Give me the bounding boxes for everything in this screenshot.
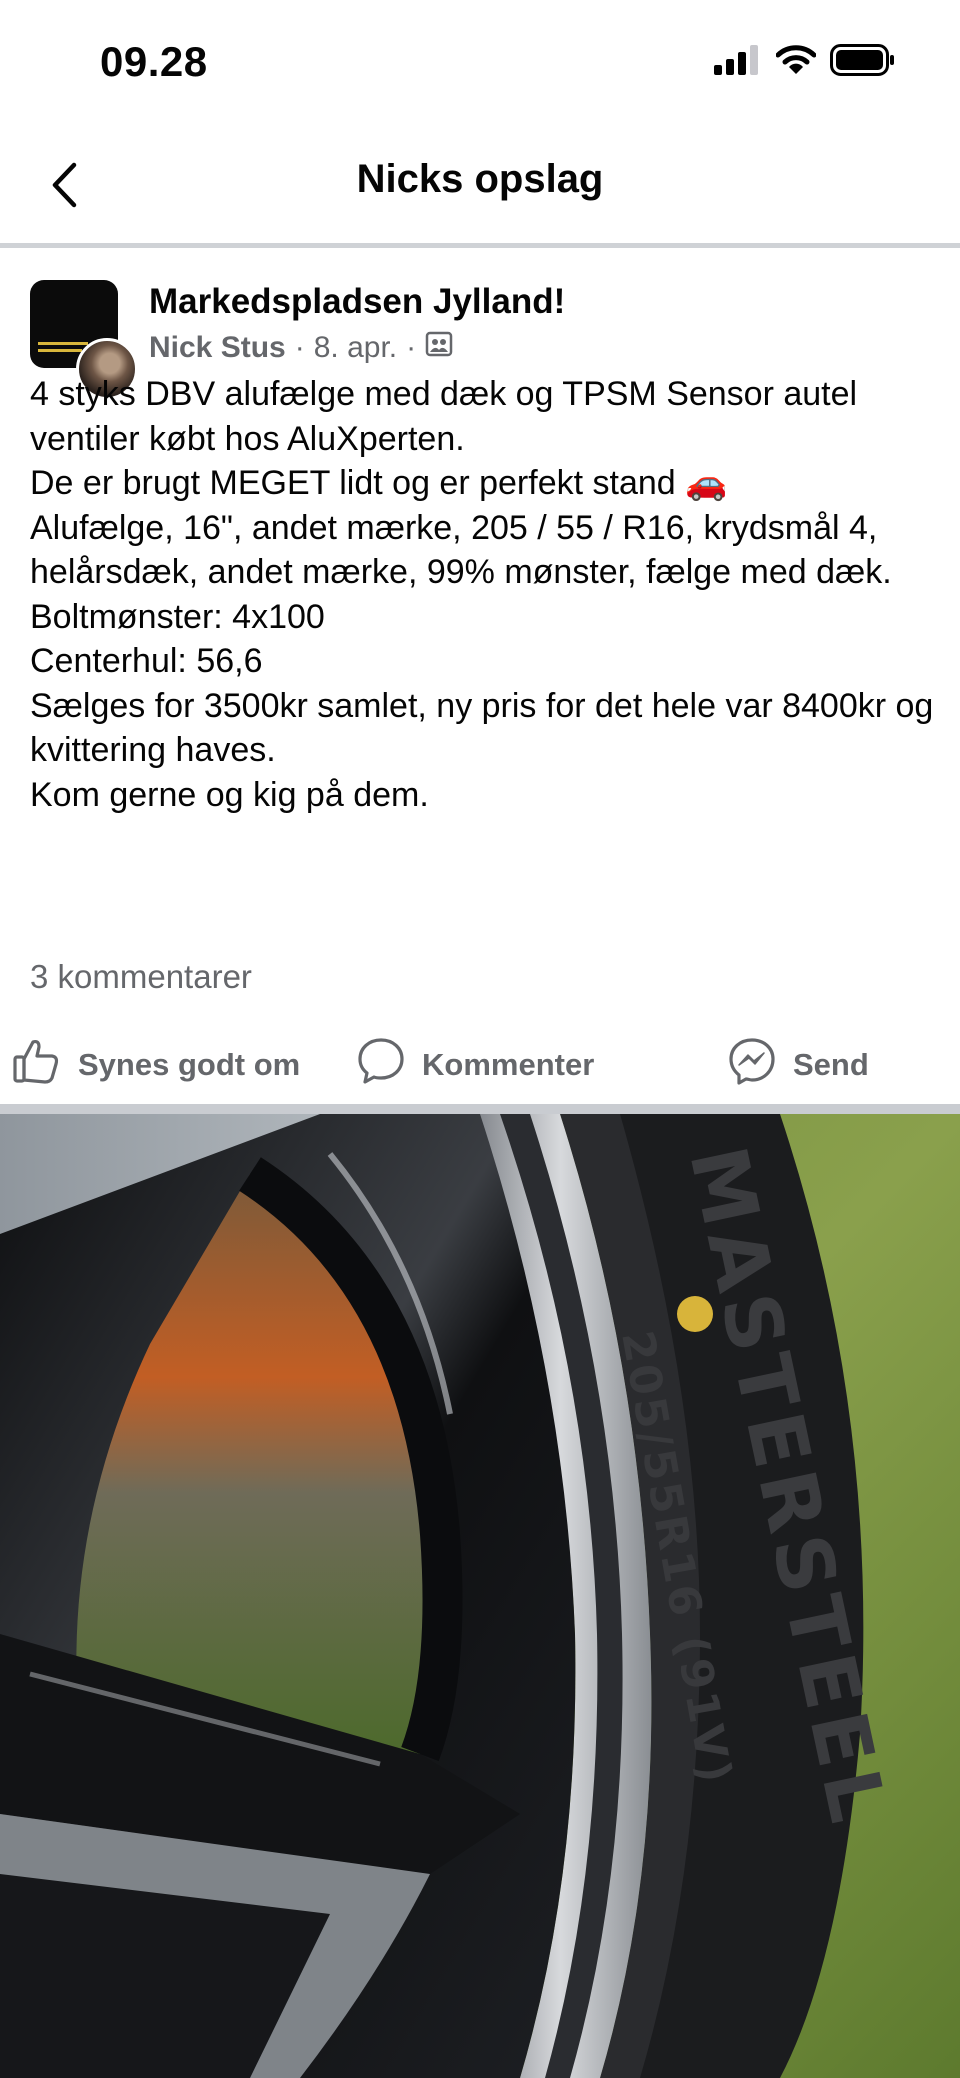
status-icons — [714, 44, 896, 81]
comment-count[interactable]: 3 kommentarer — [30, 958, 252, 996]
post-line: Centerhul: 56,6 — [30, 642, 263, 680]
thumbs-up-icon — [12, 1036, 62, 1094]
post-body: 4 styks DBV alufælge med dæk og TPSM Sen… — [30, 372, 940, 817]
wheel-photo-graphic: MASTERSTEEL 205/55R16 (91V) — [0, 1114, 960, 2078]
comment-bubble-icon — [356, 1036, 406, 1094]
comment-button[interactable]: Kommenter — [356, 1030, 594, 1100]
comment-label: Kommenter — [422, 1047, 595, 1082]
page-title: Nicks opslag — [356, 157, 604, 201]
meta-separator: · — [294, 331, 305, 364]
battery-icon — [830, 44, 896, 81]
section-divider — [0, 1104, 960, 1114]
meta-separator: · — [406, 331, 417, 364]
post-photo[interactable]: MASTERSTEEL 205/55R16 (91V) — [0, 1114, 960, 2078]
wifi-icon — [775, 45, 817, 80]
author-name[interactable]: Nick Stus — [149, 331, 286, 365]
post-line: De er brugt MEGET lidt og er perfekt sta… — [30, 464, 728, 502]
cellular-signal-icon — [714, 45, 762, 80]
status-time: 09.28 — [100, 38, 208, 85]
post-line: 4 styks DBV alufælge med dæk og TPSM Sen… — [30, 375, 867, 458]
send-label: Send — [793, 1047, 869, 1082]
post-actions: Synes godt om Kommenter Send — [0, 1020, 960, 1110]
post-line: Boltmønster: 4x100 — [30, 597, 325, 636]
post-line: Kom gerne og kig på dem. — [30, 775, 429, 814]
group-audience-icon — [425, 330, 453, 366]
navigation-bar: Nicks opslag — [0, 130, 960, 248]
post-date[interactable]: 8. apr. — [314, 331, 397, 365]
group-name[interactable]: Markedspladsen Jylland! — [149, 282, 565, 322]
avatar-group[interactable] — [30, 280, 138, 400]
like-button[interactable]: Synes godt om — [12, 1030, 300, 1100]
messenger-icon — [727, 1036, 777, 1094]
status-bar: 09.28 — [0, 0, 960, 130]
post-line: Sælges for 3500kr samlet, ny pris for de… — [30, 686, 943, 770]
send-button[interactable]: Send — [727, 1030, 869, 1100]
post-meta: Nick Stus · 8. apr. · — [149, 330, 453, 366]
like-label: Synes godt om — [78, 1047, 301, 1082]
post-line: Alufælge, 16", andet mærke, 205 / 55 / R… — [30, 508, 892, 592]
post-header: Markedspladsen Jylland! Nick Stus · 8. a… — [0, 248, 960, 400]
